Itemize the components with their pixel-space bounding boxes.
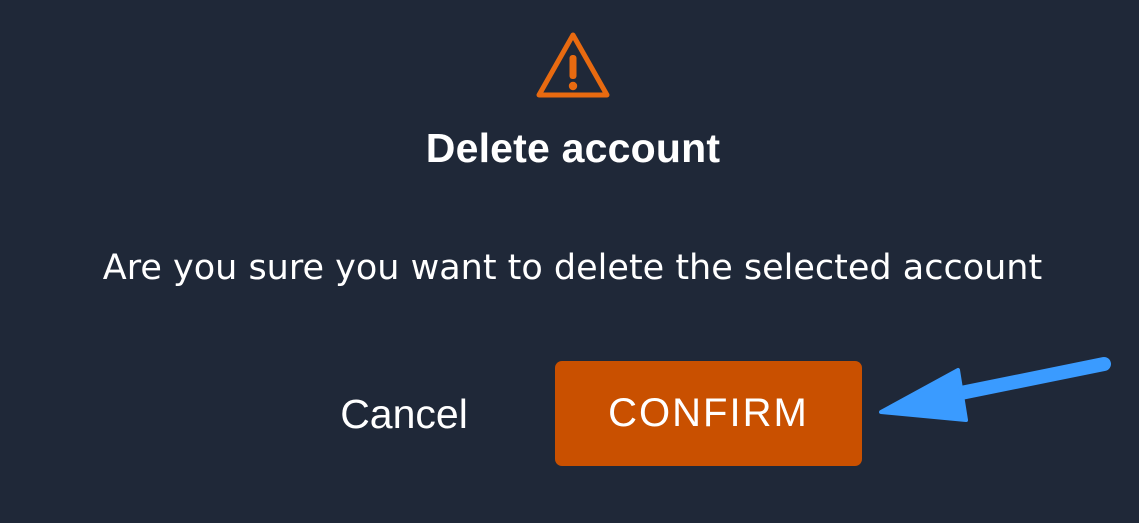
cancel-button[interactable]: Cancel bbox=[318, 384, 490, 444]
delete-account-dialog: Delete account Are you sure you want to … bbox=[0, 0, 1139, 523]
warning-triangle-icon bbox=[536, 32, 610, 98]
arrow-pointer-icon bbox=[879, 357, 1111, 422]
dialog-message: Are you sure you want to delete the sele… bbox=[102, 248, 1043, 288]
dialog-title: Delete account bbox=[425, 125, 721, 171]
confirm-button[interactable]: CONFIRM bbox=[555, 361, 862, 466]
